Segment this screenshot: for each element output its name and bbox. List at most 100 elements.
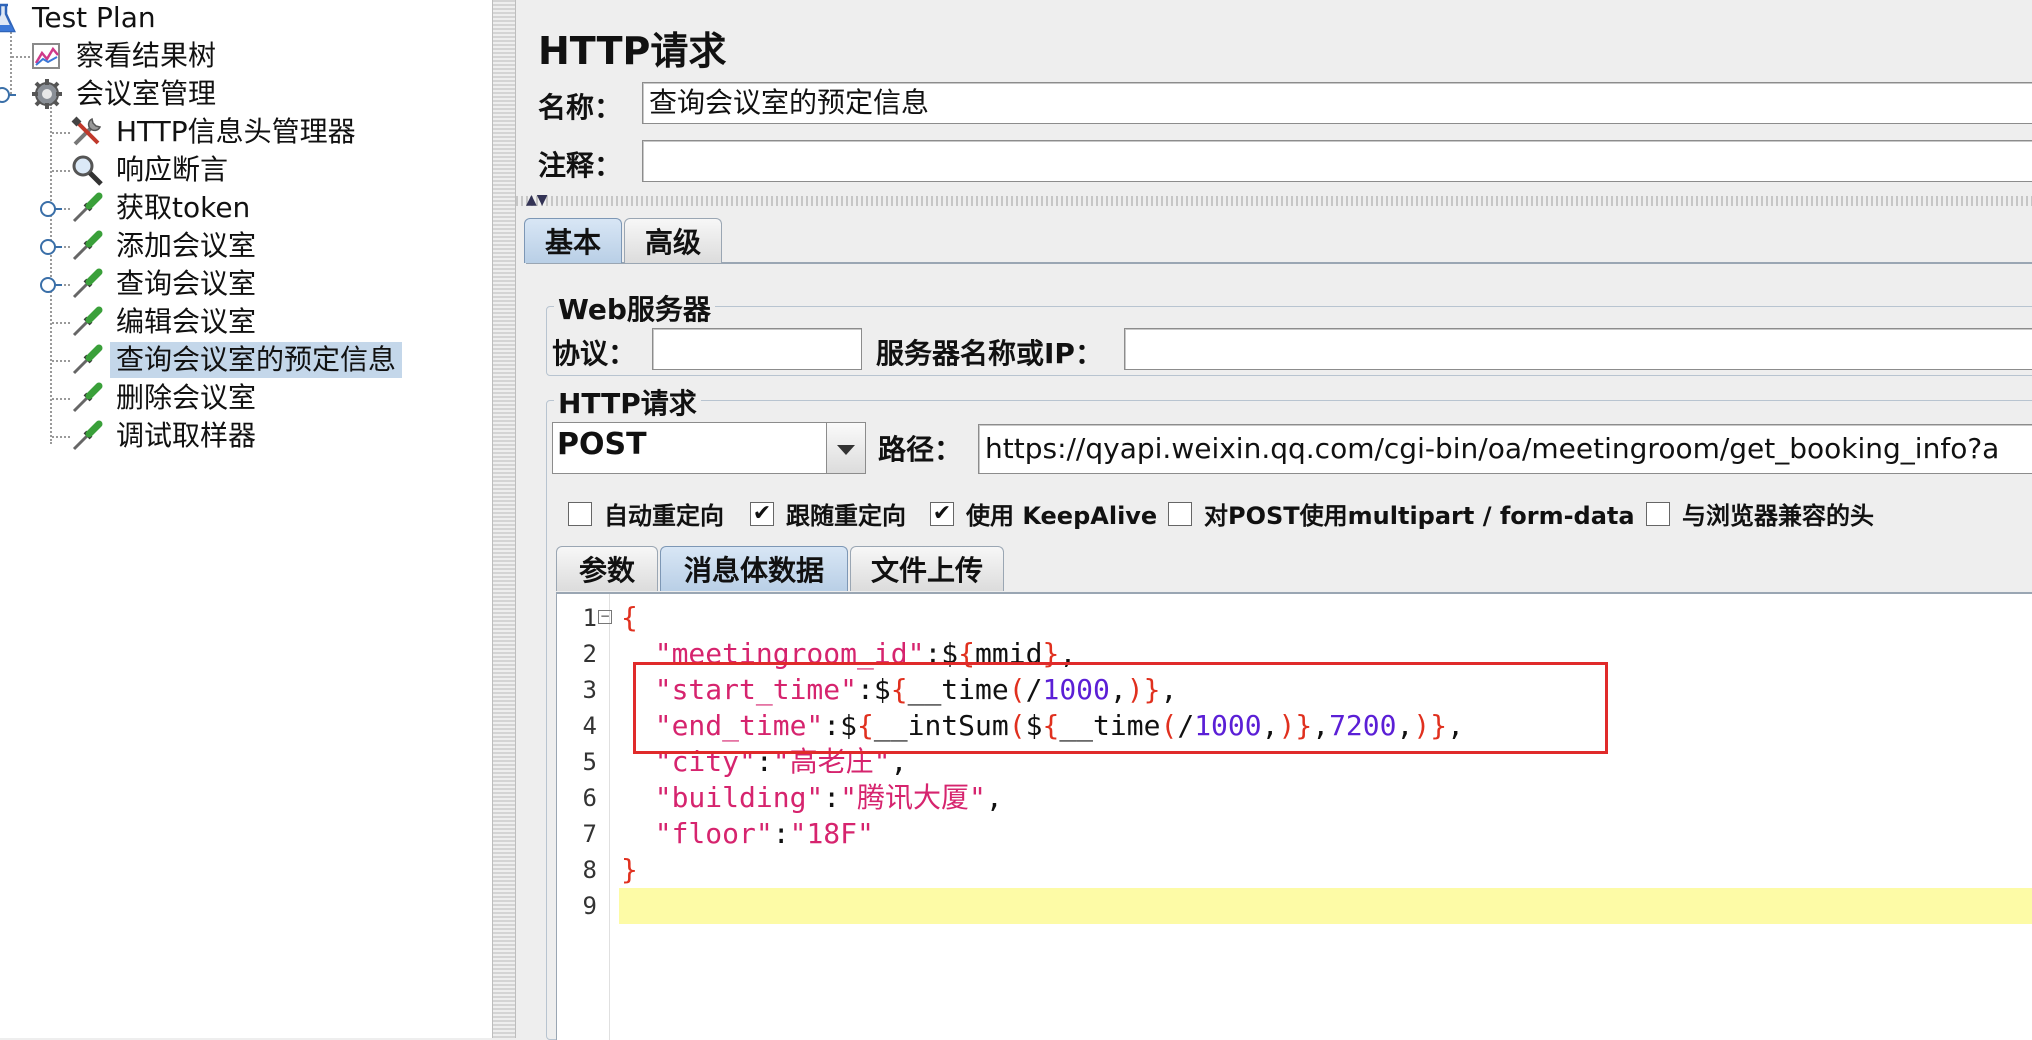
code-line: { — [621, 600, 638, 636]
tools-icon — [71, 116, 102, 146]
tree-item-label: 删除会议室 — [116, 381, 257, 414]
code-line: "building":"腾讯大厦", — [621, 780, 1003, 816]
tree-item-debug-sampler[interactable]: 调试取样器 — [70, 418, 262, 454]
panel-title: HTTP请求 — [538, 29, 727, 73]
comment-field[interactable] — [642, 140, 2032, 182]
tree-item-response-assertion[interactable]: 响应断言 — [70, 152, 234, 188]
code-token: "腾讯大厦" — [840, 781, 986, 814]
pipette-icon — [72, 420, 103, 451]
chevron-down-icon[interactable] — [826, 423, 865, 473]
line-number: 4 — [582, 712, 597, 740]
tab-basic[interactable]: 基本 — [524, 218, 622, 263]
tree-item-thread-group[interactable]: 会议室管理 — [30, 76, 222, 112]
tab-parameters[interactable]: 参数 — [556, 546, 658, 591]
pane-splitter[interactable] — [492, 0, 516, 1038]
divider — [516, 196, 2032, 206]
tab-advanced[interactable]: 高级 — [624, 218, 722, 263]
tree-item-delete-room[interactable]: 删除会议室 — [70, 380, 262, 416]
pipette-icon — [72, 344, 103, 375]
tree-item-label: 察看结果树 — [76, 39, 217, 72]
expand-toggle-add-room[interactable] — [40, 239, 62, 255]
protocol-field[interactable] — [652, 328, 862, 370]
code-token: { — [621, 601, 638, 634]
tree-item-add-room[interactable]: 添加会议室 — [70, 228, 262, 264]
code-token: "building" — [654, 781, 824, 814]
line-number: 5 — [582, 748, 597, 776]
path-field[interactable]: https://qyapi.weixin.qq.com/cgi-bin/oa/m… — [978, 424, 2032, 474]
tab-body-data[interactable]: 消息体数据 — [660, 546, 848, 591]
name-field[interactable]: 查询会议室的预定信息 — [642, 82, 2032, 124]
tree-item-label: 查询会议室的预定信息 — [110, 342, 403, 378]
tab-file-upload[interactable]: 文件上传 — [850, 546, 1004, 591]
line-number: 7 — [582, 820, 597, 848]
test-plan-tree: Test Plan 察看结果树 会议室管理 HTTP信息头管理器 响应断言 获取… — [0, 0, 492, 1038]
method-value: POST — [557, 427, 647, 462]
expand-toggle-get-token[interactable] — [40, 201, 62, 217]
checkbox-label: 使用 KeepAlive — [966, 502, 1158, 530]
tree-item-get-token[interactable]: 获取token — [70, 190, 256, 226]
collapse-arrows-icon[interactable]: ▲▼ — [526, 192, 548, 208]
line-number: 3 — [582, 676, 597, 704]
magnifier-icon — [72, 155, 103, 186]
pipette-icon — [72, 268, 103, 299]
code-token: "18F" — [789, 817, 874, 850]
tree-item-results-tree[interactable]: 察看结果树 — [30, 38, 222, 74]
checkmark-icon[interactable]: ✔ — [930, 501, 954, 526]
checkbox-label: 跟随重定向 — [786, 502, 906, 530]
web-server-group-title: Web服务器 — [554, 288, 715, 328]
code-token: : — [772, 817, 790, 850]
checkmark-icon[interactable]: ✔ — [750, 501, 774, 526]
tree-item-header-manager[interactable]: HTTP信息头管理器 — [70, 114, 362, 150]
checkbox-box[interactable] — [1168, 501, 1192, 526]
tree-item-edit-room[interactable]: 编辑会议室 — [70, 304, 262, 340]
tree-item-label: 查询会议室 — [116, 267, 257, 300]
checkbox-label: 对POST使用multipart / form-data — [1204, 502, 1635, 530]
flask-icon — [0, 3, 16, 33]
line-number-gutter: − 1 2 3 4 5 6 7 8 9 — [557, 594, 612, 1040]
pipette-icon — [72, 192, 103, 223]
code-token: "floor" — [654, 817, 773, 850]
tree-item-label: 调试取样器 — [116, 419, 257, 452]
protocol-label: 协议： — [552, 337, 637, 370]
tree-item-query-room[interactable]: 查询会议室 — [70, 266, 262, 302]
line-number: 6 — [582, 784, 597, 812]
code-token: : — [823, 781, 841, 814]
code-line: } — [621, 852, 638, 888]
code-line: "floor":"18F" — [621, 816, 874, 852]
checkbox-multipart[interactable]: 对POST使用multipart / form-data — [1168, 496, 1635, 531]
current-line-highlight — [619, 888, 2032, 924]
checkbox-follow-redirect[interactable]: ✔ 跟随重定向 — [750, 496, 906, 531]
tree-item-label: 会议室管理 — [76, 77, 217, 110]
tab-bar-line — [526, 262, 2032, 264]
pipette-icon — [72, 382, 103, 413]
name-label: 名称： — [538, 91, 623, 124]
tree-item-query-booking-info[interactable]: 查询会议室的预定信息 — [70, 342, 403, 378]
expand-toggle-thread-group[interactable] — [0, 87, 16, 103]
code-token: } — [621, 853, 638, 886]
body-data-editor[interactable]: − 123456789 { "meetingroom_id":${mmid}, … — [556, 592, 2032, 1040]
expand-toggle-query-room[interactable] — [40, 277, 62, 293]
tree-item-test-plan[interactable]: Test Plan — [0, 0, 162, 36]
method-select[interactable]: POST — [552, 422, 866, 474]
annotation-highlight-box — [633, 662, 1608, 754]
tree-item-label: 获取token — [116, 191, 251, 224]
fold-toggle-icon[interactable]: − — [598, 610, 612, 624]
results-tree-icon — [32, 43, 60, 69]
checkbox-browser-compatible-headers[interactable]: 与浏览器兼容的头 — [1646, 496, 1874, 531]
checkbox-keepalive[interactable]: ✔ 使用 KeepAlive — [930, 496, 1157, 531]
line-number: 2 — [582, 640, 597, 668]
checkbox-box[interactable] — [1646, 501, 1670, 526]
tree-item-label: 添加会议室 — [116, 229, 257, 262]
checkbox-auto-redirect[interactable]: 自动重定向 — [568, 496, 724, 531]
http-request-panel: HTTP请求 名称： 查询会议室的预定信息 注释： ▲▼ 基本 高级 Web服务… — [516, 0, 2032, 1040]
checkbox-box[interactable] — [568, 501, 592, 526]
code-token: , — [985, 781, 1003, 814]
line-number: 1 — [582, 604, 597, 632]
line-number: 8 — [582, 856, 597, 884]
path-label: 路径： — [878, 433, 963, 466]
tree-item-label: HTTP信息头管理器 — [116, 115, 356, 148]
tree-item-label: 响应断言 — [116, 153, 229, 186]
server-label: 服务器名称或IP： — [876, 337, 1103, 370]
server-field[interactable] — [1124, 328, 2032, 370]
